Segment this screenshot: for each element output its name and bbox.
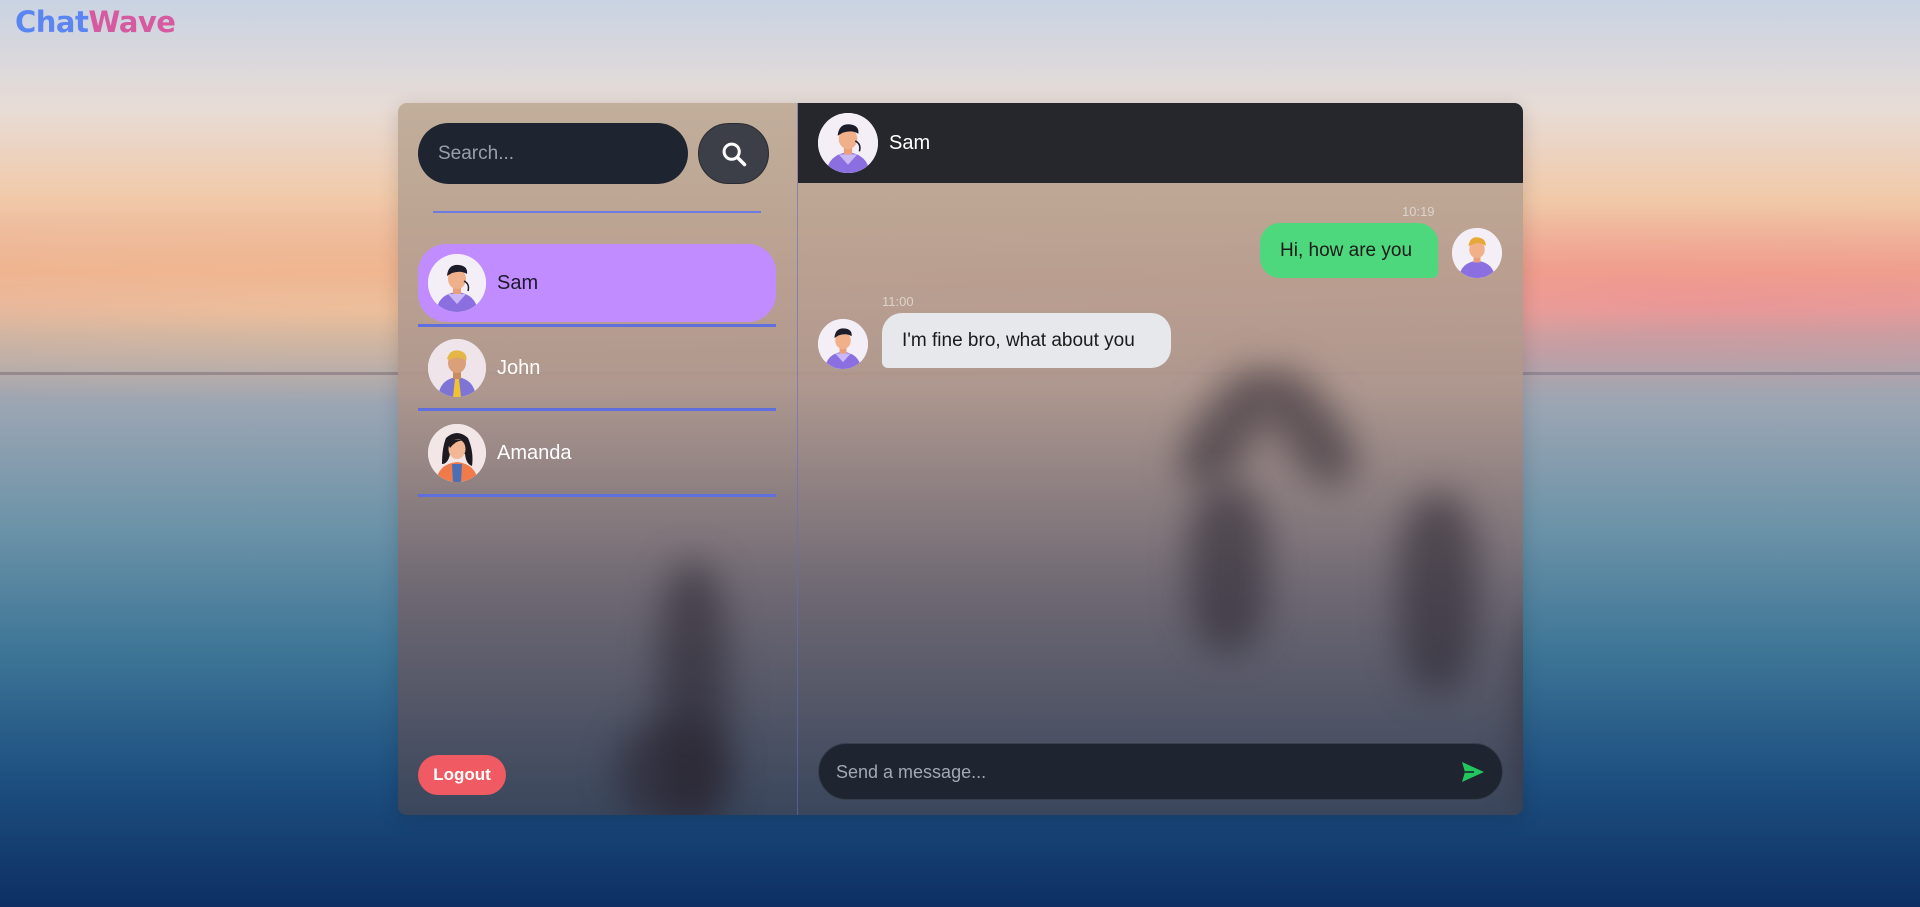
sidebar-divider (433, 211, 761, 213)
chat-panel: Sam 10:19 Hi, how are you 11:00 I'm fine… (798, 103, 1523, 815)
contact-divider (418, 408, 776, 411)
search-icon (722, 142, 746, 166)
contact-item-john[interactable]: John (418, 329, 776, 407)
contact-divider (418, 324, 776, 327)
app-logo: ChatWave (15, 5, 176, 39)
message-composer (818, 743, 1503, 801)
contact-item-sam[interactable]: Sam (418, 244, 776, 322)
message-bubble-outgoing: Hi, how are you (1260, 223, 1438, 278)
contact-name: Amanda (497, 441, 572, 464)
send-button[interactable] (1460, 760, 1486, 784)
search-input[interactable] (418, 123, 688, 184)
chat-app-window: Sam John (398, 103, 1523, 815)
contact-name: Sam (497, 271, 539, 294)
avatar (1452, 228, 1502, 278)
avatar (818, 319, 868, 369)
chat-header: Sam (798, 103, 1523, 183)
message-time: 11:00 (882, 294, 914, 309)
send-icon (1462, 762, 1484, 782)
message-bubble-incoming: I'm fine bro, what about you (882, 313, 1171, 368)
avatar (428, 254, 486, 312)
avatar (428, 339, 486, 397)
avatar (818, 113, 878, 173)
contact-name: John (497, 356, 541, 379)
message-time: 10:19 (1402, 204, 1435, 219)
chat-contact-name: Sam (889, 131, 931, 154)
avatar (428, 424, 486, 482)
sidebar: Sam John (398, 103, 798, 815)
contact-item-amanda[interactable]: Amanda (418, 414, 776, 492)
contact-divider (418, 494, 776, 497)
message-input[interactable] (834, 744, 1438, 801)
search-button[interactable] (698, 123, 769, 184)
logout-button[interactable]: Logout (418, 755, 506, 795)
